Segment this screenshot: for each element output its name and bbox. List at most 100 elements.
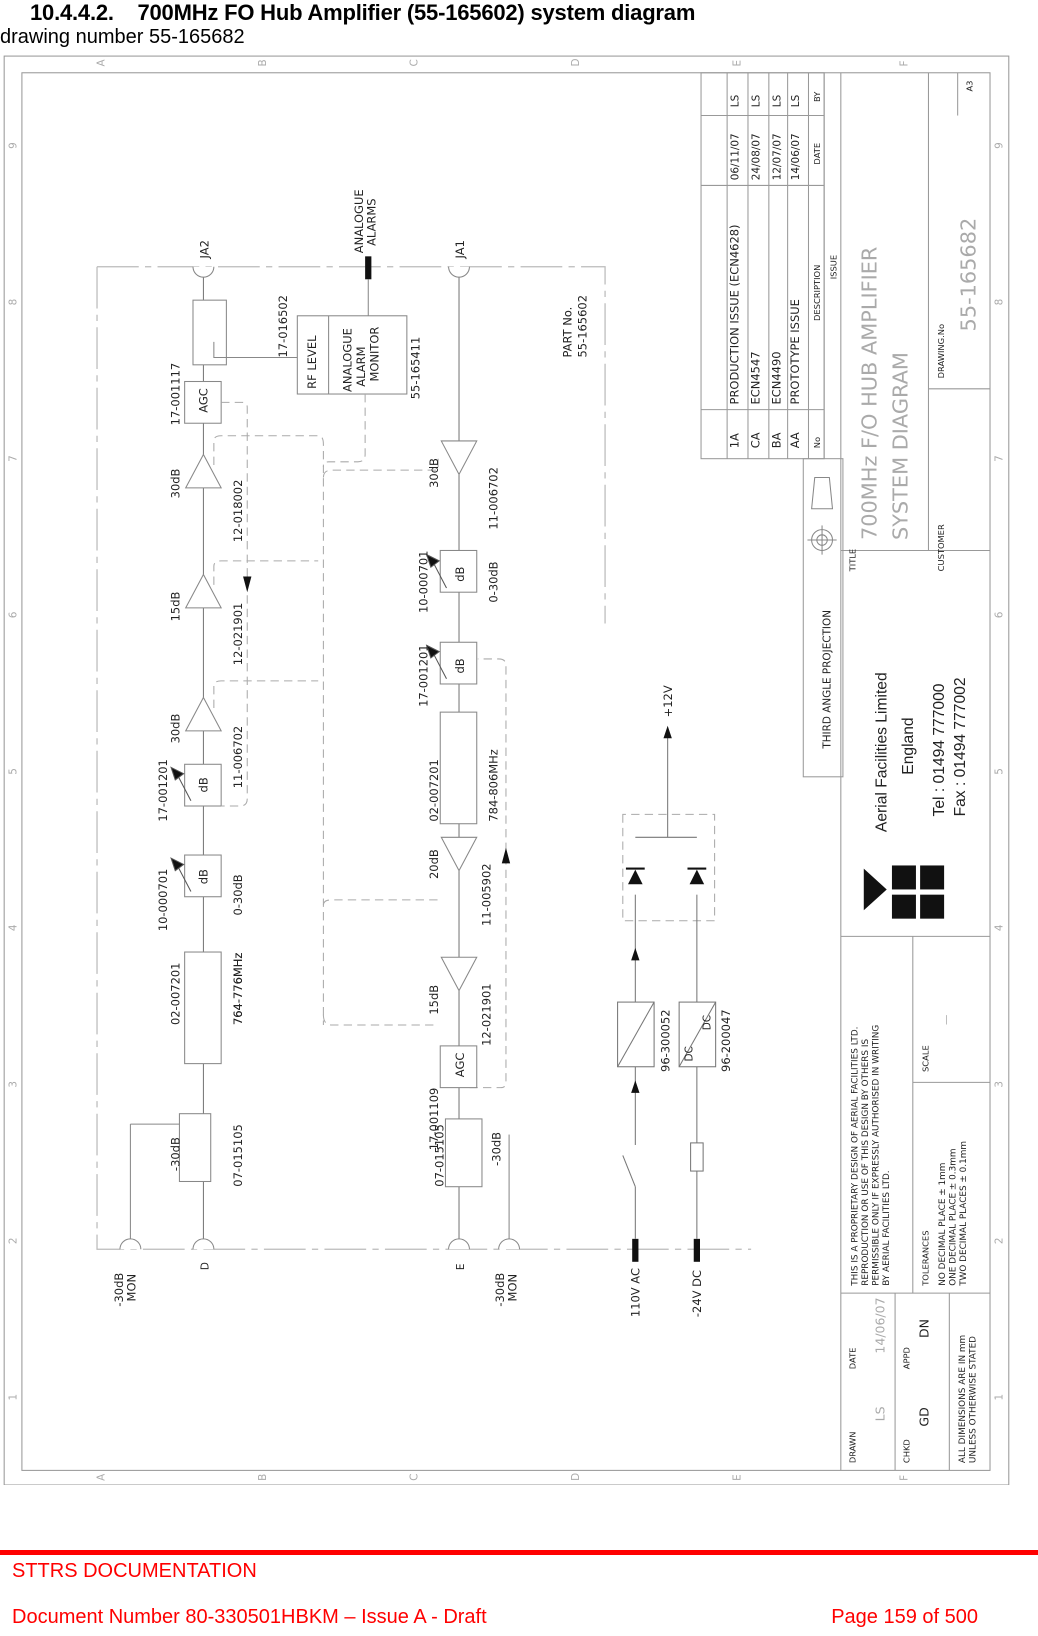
fuse — [690, 1142, 704, 1172]
diode-ac — [628, 869, 643, 885]
row-marker-left: 6 — [8, 612, 20, 619]
row-marker-left: 8 — [8, 299, 20, 306]
dcdc-in-label: DC — [684, 1046, 696, 1061]
connector-analogue-alarms — [365, 256, 372, 280]
column-marker-top: D — [570, 58, 582, 66]
row-marker-right: 5 — [994, 768, 1006, 775]
row-marker-left: 3 — [8, 1081, 20, 1088]
column-marker-top: B — [257, 59, 269, 66]
tolerance-line: ONE DECIMAL PLACE ± 0.3mm — [949, 1149, 959, 1286]
alarm-monitor-part: 55-165411 — [408, 337, 422, 400]
upper-amp-15db — [184, 573, 223, 609]
rev-header-no: No — [812, 437, 822, 448]
row-marker-right: 2 — [994, 1237, 1006, 1244]
upper-part-number: 17-001117 — [168, 363, 182, 426]
copyright-notice: BY AERIAL FACILITIES LTD. — [882, 1170, 892, 1285]
row-marker-left: 1 — [8, 1394, 20, 1401]
port-mon-e — [498, 1238, 521, 1250]
component-inner-label: dB — [453, 566, 467, 581]
part-no-value: 55-165602 — [575, 295, 589, 358]
row-marker-left: 7 — [8, 455, 20, 462]
mon-e-label: MON — [505, 1274, 519, 1302]
lower-part-number: 17-001109 — [427, 1088, 441, 1151]
drawn-date: 14/06/07 — [873, 1297, 888, 1353]
revision-no: AA — [788, 432, 802, 448]
company-name: Aerial Facilities Limited — [874, 672, 891, 832]
row-marker-right: 8 — [994, 299, 1006, 306]
revision-date: 06/11/07 — [730, 133, 742, 180]
port-d-label: D — [200, 1262, 212, 1270]
date-label: DATE — [847, 1348, 857, 1370]
connector-110v-ac — [632, 1238, 639, 1262]
column-marker-bottom: E — [732, 1474, 744, 1481]
component-inner-label: dB — [197, 869, 211, 884]
footer-document-number: Document Number 80-330501HBKM – Issue A … — [12, 1606, 487, 1628]
diode-dc — [689, 869, 705, 885]
component-inner-label: dB — [197, 777, 211, 792]
upper-coupler-out — [192, 299, 227, 366]
mon-d-label: MON — [125, 1274, 139, 1302]
revision-by: LS — [790, 94, 802, 107]
lower-coupler — [444, 1118, 483, 1188]
tolerance-line: TWO DECIMAL PLACES ± 0.1mm — [959, 1141, 969, 1287]
lower-part-number: 10-000701 — [417, 551, 431, 614]
upper-part-number: 12-018002 — [231, 480, 245, 543]
row-marker-right: 3 — [994, 1081, 1006, 1088]
row-marker-right: 7 — [994, 455, 1006, 462]
upper-amp-30db-1 — [184, 696, 223, 732]
revision-date: 14/06/07 — [790, 133, 802, 180]
copyright-notice: THIS IS A PROPRIETARY DESIGN OF AERIAL F… — [851, 1027, 861, 1287]
v12-output-label: +12V — [661, 685, 675, 717]
sheet-size: A3 — [964, 81, 974, 92]
appd-label: APPD — [902, 1347, 912, 1369]
lower-component-rating: 15dB — [427, 985, 441, 1015]
ac-input-label: 110V AC — [628, 1268, 642, 1317]
lower-amp-20db — [440, 836, 478, 872]
lower-part-number: 11-006702 — [487, 467, 501, 530]
column-marker-bottom: F — [899, 1475, 911, 1481]
company-fax: Fax : 01494 777002 — [952, 677, 969, 816]
dimensions-note: ALL DIMENSIONS ARE IN mm — [958, 1335, 968, 1463]
column-marker-bottom: D — [570, 1473, 582, 1481]
revision-by: LS — [730, 94, 742, 107]
psu-part-number: 96-300052 — [659, 1009, 673, 1072]
revision-no: 1A — [728, 433, 742, 448]
revision-description: PROTOTYPE ISSUE — [788, 299, 802, 404]
row-marker-left: 9 — [8, 142, 20, 149]
port-e — [448, 1238, 470, 1250]
upper-filter — [184, 951, 222, 1065]
revision-description: ECN4547 — [748, 351, 762, 404]
port-d — [192, 1238, 215, 1250]
rev-header-date: DATE — [812, 143, 822, 165]
dcdc-out-label: DC — [701, 1015, 713, 1030]
lower-filter — [439, 711, 478, 825]
row-marker-right: 1 — [994, 1394, 1006, 1401]
upper-part-number: 17-001201 — [156, 759, 170, 822]
alarm-monitor-label: ANALOGUE — [341, 328, 355, 392]
company-country: England — [900, 717, 917, 774]
component-inner-label: AGC — [197, 388, 211, 413]
footer-page-number: Page 159 of 500 — [831, 1606, 978, 1628]
copyright-notice: PERMISSIBLE ONLY IF EXPRESSLY AUTHORISED… — [871, 1025, 881, 1286]
lower-amp-30db — [440, 440, 478, 476]
alarm-monitor-label: MONITOR — [368, 327, 382, 382]
lower-part-number: 17-001201 — [417, 644, 431, 707]
upper-component-rating: 30dB — [168, 468, 182, 498]
upper-component-rating: -30dB — [168, 1137, 182, 1171]
port-e-label: E — [455, 1264, 467, 1271]
rf-level-label: RF LEVEL — [305, 335, 319, 389]
approved-by: DN — [916, 1319, 931, 1338]
upper-component-rating: 15dB — [168, 592, 182, 622]
upper-coupler-in — [178, 1113, 212, 1183]
component-inner-label: AGC — [453, 1053, 467, 1078]
row-marker-right: 9 — [994, 142, 1006, 149]
rev-header-by: BY — [812, 91, 822, 102]
upper-amp-30db-2 — [184, 453, 223, 489]
projection-label: THIRD ANGLE PROJECTION — [821, 610, 833, 750]
drawing-number-caption: drawing number 55-165682 — [0, 26, 245, 48]
drawing-number: 55-165682 — [956, 218, 980, 332]
revision-description: ECN4490 — [769, 351, 783, 404]
drawn-label: DRAWN — [847, 1432, 857, 1464]
customer-label: CUSTOMER — [936, 524, 946, 571]
column-marker-top: E — [732, 60, 744, 67]
